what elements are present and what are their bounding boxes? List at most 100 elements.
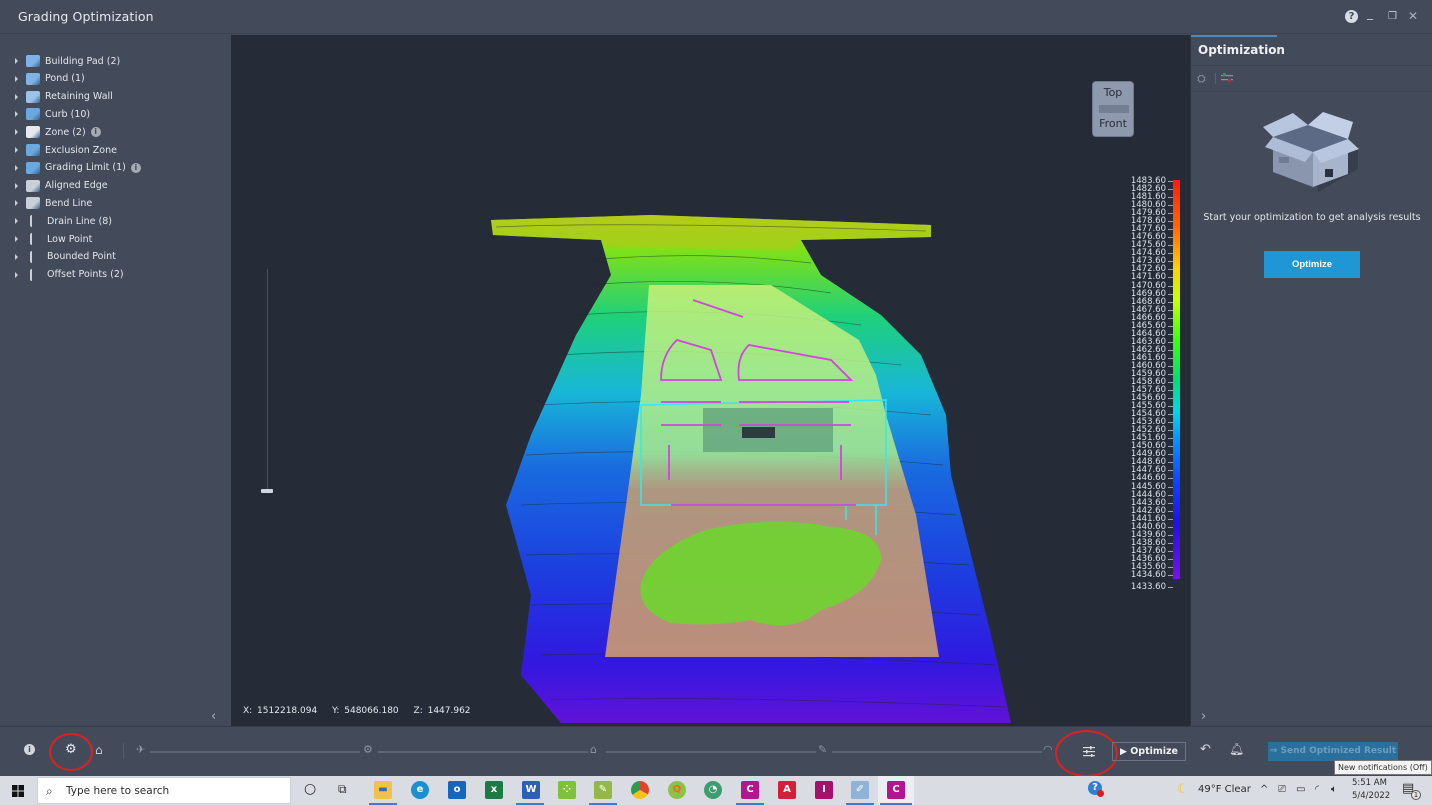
- legend-tick: [1168, 390, 1173, 392]
- tree-item-label: Retaining Wall: [45, 91, 113, 103]
- tree-item-building-pad[interactable]: Building Pad (2): [13, 52, 120, 70]
- civil3d-icon[interactable]: C: [741, 781, 759, 799]
- site-settings-icon[interactable]: ⌂: [95, 743, 103, 757]
- legend-tick: [1168, 197, 1173, 199]
- task-view-icon[interactable]: ⧉: [338, 782, 347, 797]
- qgis-icon[interactable]: Q: [668, 781, 686, 799]
- excel-icon[interactable]: x: [485, 781, 503, 799]
- file-explorer-icon[interactable]: ▬: [374, 781, 392, 799]
- expand-caret-icon[interactable]: [15, 236, 18, 242]
- notifications-bell-icon[interactable]: 🔔︎: [1229, 742, 1244, 756]
- vertical-exaggeration-slider[interactable]: [267, 269, 268, 489]
- clock-date[interactable]: 5/4/2022: [1352, 791, 1390, 801]
- bend-line-icon: [26, 197, 40, 210]
- legend-tick: [1168, 454, 1173, 456]
- feature-tree-panel: Building Pad (2) Pond (1) Retaining Wall Cu…: [0, 35, 231, 726]
- undo-icon[interactable]: ↶: [1200, 742, 1211, 757]
- windows-start-icon[interactable]: [12, 785, 24, 797]
- legend-tick: [1168, 317, 1173, 319]
- step-tools-icon[interactable]: ✎: [818, 743, 827, 756]
- tree-item-curb[interactable]: Curb (10): [13, 105, 90, 123]
- tree-item-low-point[interactable]: Low Point: [13, 230, 92, 248]
- edge-icon[interactable]: e: [411, 781, 429, 799]
- expand-caret-icon[interactable]: [15, 58, 18, 64]
- meet-now-icon[interactable]: ⎚: [1278, 784, 1286, 795]
- collapse-right-panel-button[interactable]: ›: [1201, 709, 1206, 724]
- legend-tick: [1168, 550, 1173, 552]
- outlook-icon[interactable]: o: [448, 781, 466, 799]
- minimize-button[interactable]: _: [1367, 6, 1373, 20]
- expand-caret-icon[interactable]: [15, 271, 18, 278]
- close-button[interactable]: ✕: [1408, 9, 1418, 23]
- cortana-icon[interactable]: ○: [304, 781, 316, 797]
- expand-caret-icon[interactable]: [15, 75, 18, 82]
- weather-text[interactable]: 49°F Clear: [1198, 784, 1251, 795]
- panel-optimize-button[interactable]: Optimize: [1264, 251, 1360, 278]
- tree-item-drain-line[interactable]: Drain Line (8): [13, 212, 112, 230]
- expand-caret-icon[interactable]: [15, 200, 18, 207]
- highlight-circle: [1055, 730, 1118, 777]
- step-launch-icon[interactable]: ✈: [136, 743, 145, 756]
- compare-icon[interactable]: [1221, 73, 1233, 83]
- tree-item-retaining-wall[interactable]: Retaining Wall: [13, 88, 113, 106]
- slider-thumb[interactable]: [261, 489, 273, 493]
- step-results-gauge-icon[interactable]: ◠: [1043, 743, 1053, 756]
- infraworks-icon[interactable]: I: [815, 781, 833, 799]
- expand-caret-icon[interactable]: [15, 164, 18, 171]
- info-icon[interactable]: i: [130, 162, 141, 173]
- info-icon[interactable]: i: [90, 127, 101, 138]
- step-settings-icon[interactable]: ⚙: [363, 743, 373, 756]
- tree-item-exclusion-zone[interactable]: Exclusion Zone: [13, 141, 117, 159]
- legend-tick: [1168, 430, 1173, 432]
- info-icon[interactable]: i: [24, 744, 35, 755]
- green-app-icon[interactable]: ⁘: [558, 781, 576, 799]
- show-hidden-icons-chevron[interactable]: ^: [1260, 784, 1268, 795]
- expand-caret-icon[interactable]: [15, 182, 18, 189]
- expand-caret-icon[interactable]: [15, 93, 18, 100]
- legend-tick: [1168, 558, 1173, 560]
- legend-tick: [1168, 309, 1173, 311]
- expand-caret-icon[interactable]: [15, 253, 18, 260]
- autocad-icon[interactable]: A: [778, 781, 796, 799]
- legend-tick: [1168, 438, 1173, 440]
- volume-icon[interactable]: 🔈︎: [1331, 784, 1337, 795]
- globe-app-icon[interactable]: ◔: [704, 781, 722, 799]
- taskbar-search-box[interactable]: ⌕ Type here to search: [37, 777, 291, 804]
- tree-item-zone[interactable]: Zone (2) i: [13, 123, 101, 141]
- word-icon[interactable]: W: [522, 781, 540, 799]
- chrome-icon[interactable]: [631, 781, 649, 799]
- tree-item-offset-points[interactable]: Offset Points (2): [13, 266, 124, 284]
- workflow-toolbar: i ⚙ ⌂ ✈ ⚙ ⌂ ✎ ◠ ▶ Optimize ↶ 🔔︎ ⇒ Send O…: [0, 726, 1432, 777]
- civil3d-active-icon[interactable]: C: [887, 781, 905, 799]
- view-cube-edge[interactable]: [1099, 105, 1129, 113]
- legend-tick: [1168, 333, 1173, 335]
- title-bar: Grading Optimization ? _ ❐ ✕: [0, 0, 1432, 34]
- tree-item-bend-line[interactable]: Bend Line: [13, 194, 92, 212]
- notepad-app-icon[interactable]: ✎: [594, 781, 612, 799]
- battery-icon[interactable]: ▭: [1296, 784, 1305, 795]
- windows-taskbar: ⌕ Type here to search ○ ⧉ ▬ e o x W ⁘ ✎ …: [0, 776, 1432, 805]
- expand-caret-icon[interactable]: [15, 218, 18, 225]
- expand-caret-icon[interactable]: [15, 147, 18, 153]
- expand-caret-icon[interactable]: [15, 111, 18, 118]
- tree-item-aligned-edge[interactable]: Aligned Edge: [13, 177, 108, 195]
- expand-caret-icon[interactable]: [15, 129, 18, 136]
- scenario-icon[interactable]: ⛭: [1197, 72, 1206, 86]
- help-icon[interactable]: ?: [1345, 10, 1358, 23]
- 3d-viewport[interactable]: Top Front 1483.60 1482.60 1481.60 1480.60 14…: [231, 35, 1190, 726]
- step-site-icon[interactable]: ⌂: [590, 743, 597, 756]
- clock-time[interactable]: 5:51 AM: [1352, 778, 1387, 788]
- view-cube-top[interactable]: Top: [1093, 86, 1133, 99]
- collapse-left-panel-button[interactable]: ‹: [211, 709, 216, 724]
- restore-button[interactable]: ❐: [1388, 11, 1397, 22]
- toolbar-optimize-button[interactable]: ▶ Optimize: [1112, 742, 1186, 761]
- send-optimized-result-button[interactable]: ⇒ Send Optimized Result: [1268, 742, 1398, 761]
- tree-item-grading-limit[interactable]: Grading Limit (1) i: [13, 159, 141, 177]
- paint-icon[interactable]: ✐: [851, 781, 869, 799]
- legend-tick: [1168, 221, 1173, 223]
- tree-item-bounded-point[interactable]: Bounded Point: [13, 248, 116, 266]
- view-cube[interactable]: Top Front: [1092, 81, 1134, 137]
- tree-item-pond[interactable]: Pond (1): [13, 70, 85, 88]
- wifi-icon[interactable]: ◜: [1315, 784, 1319, 795]
- view-cube-front[interactable]: Front: [1093, 117, 1133, 130]
